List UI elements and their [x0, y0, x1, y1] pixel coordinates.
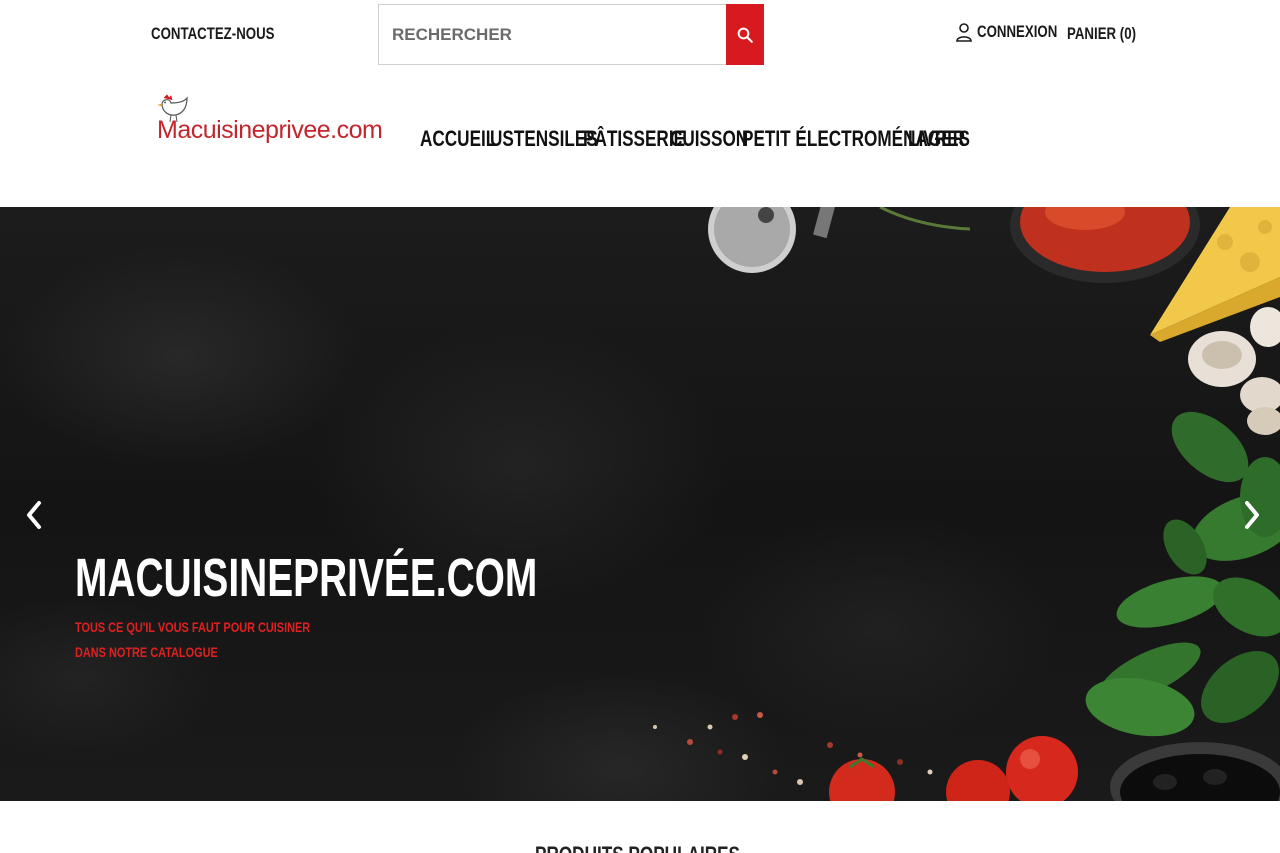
logo-text: Macuisineprivee.com	[157, 116, 383, 144]
user-icon	[956, 22, 972, 42]
hero-food-decoration	[653, 207, 1280, 801]
nav-item-livres[interactable]: LIVRES	[908, 126, 970, 152]
slider-prev-button[interactable]	[20, 497, 50, 533]
hero-title: MACUISINEPRIVÉE.COM	[75, 548, 538, 608]
nav-item-ustensiles[interactable]: USTENSILES	[490, 126, 598, 152]
nav-item-accueil[interactable]: ACCUEIL	[420, 126, 496, 152]
chevron-right-icon	[1245, 501, 1259, 529]
nav-item-cuisson[interactable]: CUISSON	[670, 126, 748, 152]
login-label: CONNEXION	[977, 22, 1058, 41]
login-link[interactable]: CONNEXION	[956, 22, 1080, 42]
search-icon	[737, 27, 753, 43]
site-logo[interactable]: Macuisineprivee.com	[157, 94, 383, 154]
search-form	[378, 4, 764, 65]
hero-subtitle: TOUS CE QU'IL VOUS FAUT POUR CUISINER DA…	[75, 619, 311, 660]
slider-next-button[interactable]	[1236, 497, 1266, 533]
chevron-left-icon	[27, 501, 41, 529]
hero-slider: MACUISINEPRIVÉE.COM TOUS CE QU'IL VOUS F…	[0, 207, 1280, 801]
search-input[interactable]	[379, 5, 726, 64]
section-title: PRODUITS POPULAIRES	[535, 842, 740, 853]
search-button[interactable]	[726, 4, 764, 65]
top-bar: CONTACTEZ-NOUS CONNEXION PANIER (0)	[0, 0, 1280, 68]
contact-link[interactable]: CONTACTEZ-NOUS	[151, 24, 275, 44]
cart-link[interactable]: PANIER (0)	[1067, 24, 1136, 44]
